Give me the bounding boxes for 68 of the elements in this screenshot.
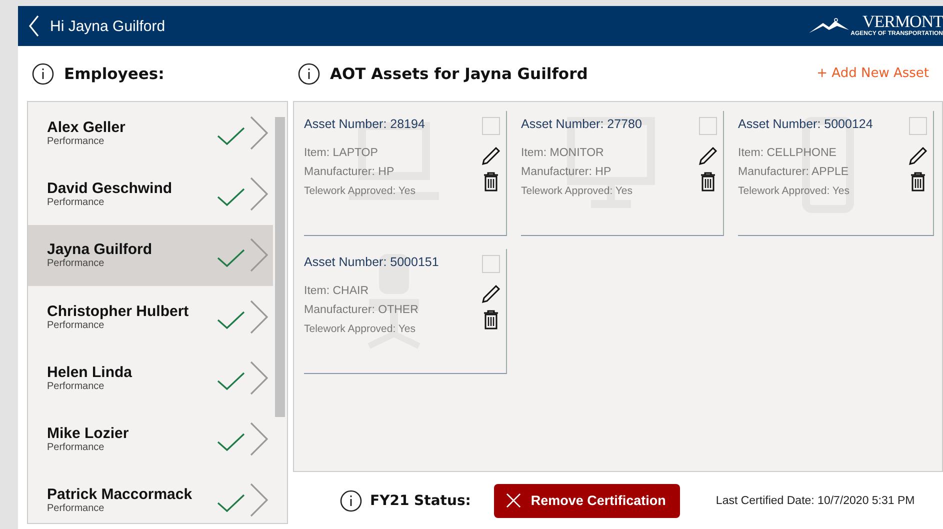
employee-name: Christopher Hulbert: [47, 302, 190, 320]
asset-manufacturer: Manufacturer: APPLE: [738, 166, 850, 178]
asset-telework: Telework Approved: Yes: [304, 185, 416, 197]
employee-row[interactable]: David Geschwind Performance: [28, 163, 273, 225]
employee-row[interactable]: Christopher Hulbert Performance: [28, 286, 273, 348]
employee-row[interactable]: Helen Linda Performance: [28, 347, 273, 408]
asset-item: Item: MONITOR: [521, 147, 605, 159]
last-certified-date: Last Certified Date: 10/7/2020 5:31 PM: [716, 494, 915, 506]
employee-row[interactable]: Alex Geller Performance: [28, 102, 273, 164]
employee-department: Performance: [47, 196, 106, 208]
logo-title: VERMONT: [862, 13, 943, 30]
header-title: Hi Jayna Guilford: [50, 18, 166, 34]
asset-checkbox[interactable]: [699, 117, 717, 135]
employee-name: Alex Geller: [47, 118, 126, 136]
employee-department: Performance: [47, 442, 106, 454]
asset-manufacturer: Manufacturer: HP: [304, 166, 396, 178]
employee-name: Mike Lozier: [47, 425, 130, 442]
back-icon[interactable]: [28, 15, 40, 37]
asset-checkbox[interactable]: [482, 117, 500, 135]
employee-row[interactable]: Patrick Maccormack Performance: [28, 470, 273, 523]
asset-checkbox[interactable]: [482, 255, 500, 273]
asset-checkbox[interactable]: [909, 117, 927, 135]
employee-department: Performance: [47, 136, 106, 147]
employee-row[interactable]: Mike Lozier Performance: [28, 408, 273, 470]
chevron-right-icon[interactable]: [249, 176, 269, 211]
asset-number: Asset Number: 5000124: [738, 117, 874, 131]
employee-name: Helen Linda: [47, 364, 134, 381]
chevron-right-icon[interactable]: [249, 360, 269, 395]
employee-name: David Geschwind: [47, 180, 174, 197]
asset-item: Item: LAPTOP: [304, 147, 379, 159]
assets-heading: AOT Assets for Jayna Guilford: [330, 64, 588, 82]
employee-department: Performance: [47, 258, 106, 270]
edit-icon[interactable]: [481, 146, 501, 166]
asset-telework: Telework Approved: Yes: [738, 185, 850, 197]
edit-icon[interactable]: [908, 146, 928, 166]
info-icon[interactable]: [340, 490, 362, 512]
employee-department: Performance: [47, 380, 106, 392]
chevron-right-icon[interactable]: [249, 483, 269, 518]
employee-row[interactable]: Jayna Guilford Performance: [28, 224, 273, 286]
employee-name: Jayna Guilford: [47, 241, 154, 258]
edit-icon[interactable]: [481, 284, 501, 304]
asset-telework: Telework Approved: Yes: [521, 185, 634, 197]
asset-number: Asset Number: 27780: [521, 117, 643, 131]
asset-item: Item: CHAIR: [304, 285, 370, 297]
close-icon: [506, 493, 521, 508]
trash-icon[interactable]: [483, 310, 499, 330]
status-label: FY21 Status:: [370, 492, 471, 508]
asset-number: Asset Number: 5000151: [304, 255, 440, 269]
asset-manufacturer: Manufacturer: OTHER: [304, 304, 420, 316]
asset-manufacturer: Manufacturer: HP: [521, 166, 612, 178]
remove-certification-button[interactable]: Remove Certification: [494, 484, 680, 518]
asset-telework: Telework Approved: Yes: [304, 323, 416, 335]
info-icon[interactable]: [32, 62, 54, 84]
employees-heading: Employees:: [64, 64, 164, 82]
asset-number: Asset Number: 28194: [304, 117, 426, 131]
edit-icon[interactable]: [698, 146, 718, 166]
employee-department: Performance: [47, 503, 106, 514]
employee-department: Performance: [47, 320, 104, 331]
employee-name: Patrick Maccormack: [47, 486, 194, 504]
chevron-right-icon[interactable]: [249, 116, 269, 150]
mountain-logo-icon: [808, 18, 849, 34]
info-icon[interactable]: [298, 62, 320, 84]
trash-icon[interactable]: [910, 172, 926, 192]
trash-icon[interactable]: [483, 172, 499, 192]
chevron-right-icon[interactable]: [249, 300, 269, 334]
trash-icon[interactable]: [700, 172, 716, 192]
chevron-right-icon[interactable]: [249, 422, 269, 456]
asset-item: Item: CELLPHONE: [738, 147, 838, 159]
